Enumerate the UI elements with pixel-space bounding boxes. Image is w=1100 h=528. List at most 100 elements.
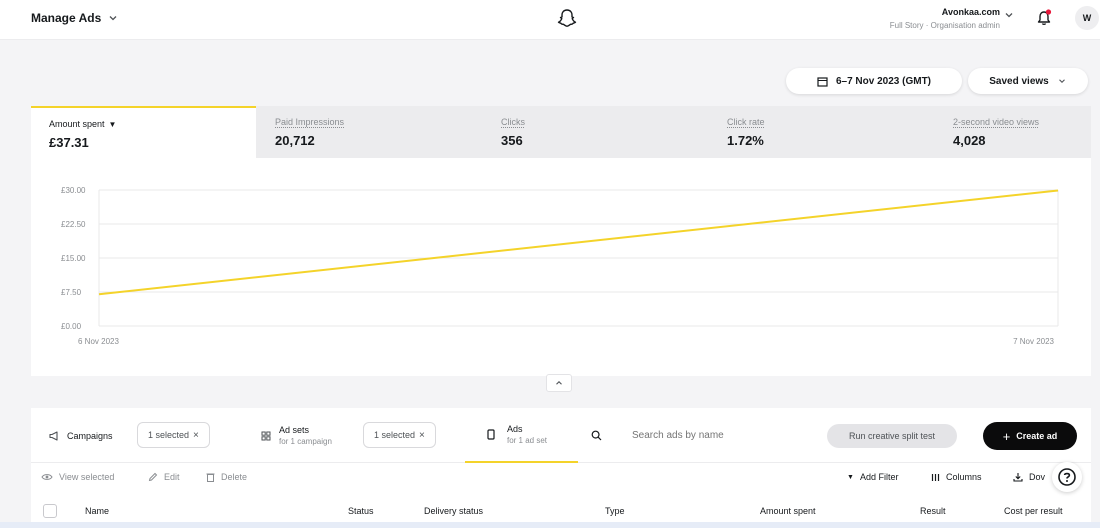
metric-value: £37.31 [49, 135, 89, 150]
close-icon[interactable]: × [193, 430, 199, 441]
y-tick-label: £30.00 [61, 186, 86, 195]
series-line [98, 189, 1059, 296]
create-ad-label: Create ad [1016, 431, 1058, 441]
pencil-icon [148, 472, 158, 482]
megaphone-icon [49, 430, 58, 441]
tab-ads[interactable]: Ads for 1 ad set [465, 408, 578, 463]
metric-clicks[interactable]: Clicks 356 [483, 106, 708, 158]
date-range-picker[interactable]: 6–7 Nov 2023 (GMT) [786, 68, 962, 94]
close-icon[interactable]: × [419, 430, 425, 441]
manage-ads-menu[interactable]: Manage Ads [31, 11, 119, 25]
metric-value: 4,028 [953, 133, 986, 148]
line-chart: £0.00 £7.50 £15.00 £22.50 £30.00 6 Nov 2023 7 … [61, 186, 1059, 346]
y-tick-label: £7.50 [61, 288, 82, 297]
run-split-test-button[interactable]: Run creative split test [827, 424, 957, 448]
edit-label: Edit [164, 472, 180, 482]
tab-label: Ad sets [279, 425, 310, 435]
tab-label: Campaigns [67, 430, 113, 441]
search-input[interactable] [632, 429, 772, 441]
delete-label: Delete [221, 472, 248, 482]
chip-label: 1 selected [148, 430, 190, 440]
column-header-status[interactable]: Status [348, 506, 374, 516]
metric-video-views[interactable]: 2-second video views 4,028 [935, 106, 1091, 158]
metric-label: Amount spent ▼ [49, 119, 238, 129]
caret-down-icon: ▼ [108, 120, 117, 129]
organisation-role: Full Story · Organisation admin [889, 21, 1000, 30]
metric-amount-spent[interactable]: Amount spent ▼ £37.31 [31, 106, 256, 158]
columns-button[interactable]: Columns [931, 472, 982, 482]
metric-label: 2-second video views [953, 117, 1040, 127]
metric-label: Click rate [727, 117, 765, 127]
grid-icon [261, 431, 271, 441]
delete-button[interactable]: Delete [206, 472, 247, 482]
avatar[interactable]: W [1075, 6, 1099, 30]
view-selected-button[interactable]: View selected [41, 472, 114, 482]
scroll-edge [0, 522, 1100, 528]
calendar-icon [817, 76, 828, 87]
organisation-name: Avonkaa.com [941, 7, 1000, 17]
top-bar: Manage Ads Avonkaa.com Full Story · Orga… [0, 0, 1100, 40]
chevron-down-icon [1058, 79, 1065, 84]
download-button[interactable]: Dov [1013, 472, 1045, 482]
level-tabs: Campaigns 1 selected × Ad sets for 1 cam… [31, 408, 1091, 463]
metric-label-text: Amount spent [49, 119, 105, 129]
column-header-cost-per-result[interactable]: Cost per result [1004, 506, 1063, 516]
metric-value: 20,712 [275, 133, 315, 148]
create-ad-button[interactable]: + Create ad [983, 422, 1077, 450]
chip-label: 1 selected [374, 430, 416, 440]
tab-text: Ad sets for 1 campaign [279, 425, 332, 446]
saved-views-label: Saved views [989, 75, 1049, 87]
snapchat-ghost-icon[interactable] [555, 7, 579, 31]
edit-button[interactable]: Edit [148, 472, 180, 482]
x-tick-label: 6 Nov 2023 [78, 337, 119, 346]
metric-label: Paid Impressions [275, 117, 345, 127]
collapse-chart-button[interactable] [546, 374, 572, 392]
spend-chart: £0.00 £7.50 £15.00 £22.50 £30.00 6 Nov 2023 7 … [31, 158, 1091, 376]
x-tick-label: 7 Nov 2023 [1013, 337, 1054, 346]
filter-icon: ▼ [847, 473, 854, 481]
help-button[interactable] [1052, 462, 1082, 492]
select-all-checkbox[interactable] [43, 504, 57, 518]
adsets-selection-chip[interactable]: 1 selected × [363, 422, 436, 448]
metric-value: 1.72% [727, 133, 764, 148]
column-header-delivery-status[interactable]: Delivery status [424, 506, 483, 516]
metrics-bar: Amount spent ▼ £37.31 Paid Impressions 20… [31, 106, 1091, 158]
metric-label: Clicks [501, 117, 525, 127]
metric-value: 356 [501, 133, 523, 148]
view-selected-label: View selected [59, 472, 115, 482]
tab-label: Ads [507, 424, 523, 434]
tab-campaigns[interactable]: Campaigns [49, 408, 113, 463]
column-header-result[interactable]: Result [920, 506, 946, 516]
add-filter-label: Add Filter [859, 472, 899, 482]
phone-icon [487, 429, 495, 440]
column-header-name[interactable]: Name [85, 506, 109, 516]
tab-sublabel: for 1 ad set [507, 436, 548, 445]
table-header: Name Status Delivery status Type Amount … [31, 500, 1091, 524]
add-filter-button[interactable]: ▼ Add Filter [847, 472, 898, 482]
tab-ad-sets[interactable]: Ad sets for 1 campaign [261, 408, 332, 463]
search-icon [591, 430, 602, 440]
columns-icon [931, 473, 940, 481]
table-actions: View selected Edit Delete ▼ Add Filter C… [31, 464, 1091, 494]
y-tick-label: £15.00 [61, 254, 86, 263]
eye-icon [41, 474, 53, 480]
column-header-amount-spent[interactable]: Amount spent [760, 506, 816, 516]
metric-paid-impressions[interactable]: Paid Impressions 20,712 [257, 106, 482, 158]
download-label: Dov [1029, 472, 1046, 482]
chevron-down-icon[interactable] [1003, 9, 1015, 21]
plus-icon: + [1002, 428, 1011, 444]
account-switcher[interactable]: Avonkaa.com Full Story · Organisation ad… [890, 7, 1000, 30]
metric-click-rate[interactable]: Click rate 1.72% [709, 106, 934, 158]
download-icon [1013, 473, 1023, 482]
campaigns-selection-chip[interactable]: 1 selected × [137, 422, 210, 448]
saved-views-dropdown[interactable]: Saved views [968, 68, 1088, 94]
chevron-down-icon [109, 16, 117, 21]
date-range-label: 6–7 Nov 2023 (GMT) [835, 75, 932, 87]
ads-search [591, 422, 781, 448]
ads-table-panel: Campaigns 1 selected × Ad sets for 1 cam… [31, 408, 1091, 528]
column-header-type[interactable]: Type [605, 506, 625, 516]
columns-label: Columns [946, 472, 982, 482]
tab-text: Ads for 1 ad set [507, 424, 547, 445]
y-tick-label: £0.00 [61, 322, 82, 331]
notification-bell-icon[interactable] [1035, 8, 1053, 28]
